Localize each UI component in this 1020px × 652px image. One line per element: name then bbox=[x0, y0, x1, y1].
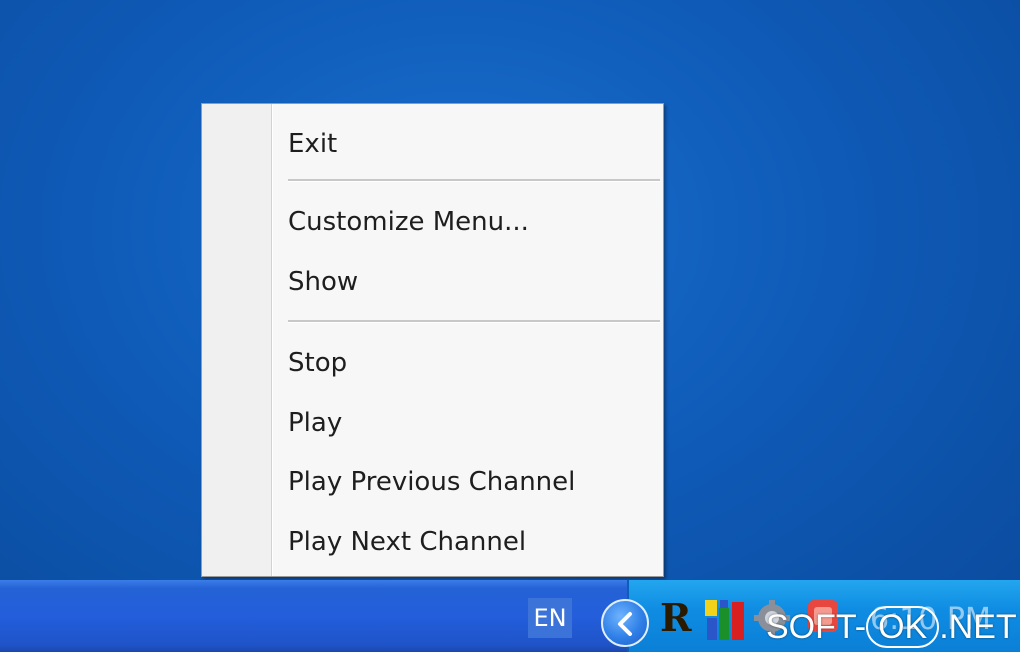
language-indicator[interactable]: EN bbox=[528, 598, 572, 638]
menu-item-play-previous-channel[interactable]: Play Previous Channel bbox=[288, 462, 575, 502]
menu-item-stop[interactable]: Stop bbox=[288, 343, 347, 383]
menu-icon-gutter bbox=[202, 104, 273, 576]
menu-item-customize-menu[interactable]: Customize Menu... bbox=[288, 202, 529, 242]
watermark-ok: OK bbox=[866, 606, 940, 648]
menu-item-show[interactable]: Show bbox=[288, 262, 358, 302]
menu-item-exit[interactable]: Exit bbox=[288, 124, 337, 164]
watermark-left: SOFT- bbox=[766, 608, 867, 646]
r-app-icon[interactable]: R bbox=[660, 598, 694, 638]
tray-context-menu: Exit Customize Menu... Show Stop Play Pl… bbox=[201, 103, 664, 577]
watermark: SOFT- OK .NET bbox=[766, 604, 1017, 650]
menu-separator bbox=[288, 179, 660, 182]
menu-item-play[interactable]: Play bbox=[288, 403, 342, 443]
watermark-right: .NET bbox=[939, 608, 1017, 646]
menu-separator bbox=[288, 320, 660, 323]
chevron-left-icon[interactable] bbox=[601, 599, 649, 647]
bar-chart-app-icon[interactable] bbox=[704, 598, 748, 642]
menu-item-play-next-channel[interactable]: Play Next Channel bbox=[288, 522, 526, 562]
